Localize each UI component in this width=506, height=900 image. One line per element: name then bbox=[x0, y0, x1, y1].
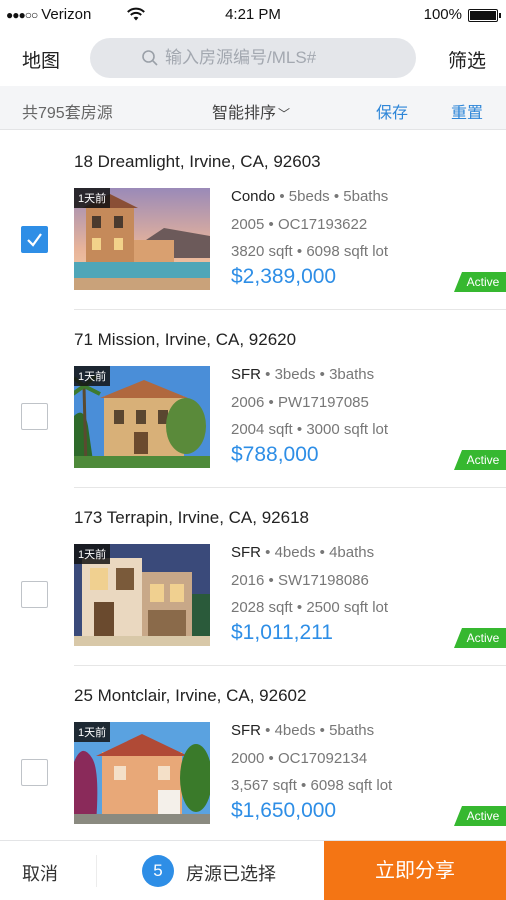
listing-address[interactable]: 71 Mission, Irvine, CA, 92620 bbox=[74, 330, 296, 350]
living-area: 3,567 sqft bbox=[231, 777, 297, 794]
status-badge: Active bbox=[454, 272, 506, 292]
lot-size: 6098 sqft lot bbox=[306, 243, 389, 260]
beds: 4beds bbox=[274, 544, 316, 561]
property-type: Condo bbox=[231, 188, 276, 205]
mls-number: OC17092134 bbox=[277, 750, 368, 767]
lot-size: 2500 sqft lot bbox=[306, 599, 389, 616]
status-badge: Active bbox=[454, 628, 506, 648]
status-bar: ●●●○○ Verizon 4:21 PM 100% bbox=[0, 0, 506, 30]
listing-photo[interactable]: 1天前 bbox=[74, 722, 210, 824]
listing-area: 2028 sqft • 2500 sqft lot bbox=[231, 599, 389, 616]
selected-count-badge: 5 bbox=[142, 855, 174, 887]
battery-percent: 100% bbox=[423, 6, 462, 23]
search-bar[interactable] bbox=[90, 38, 416, 78]
year-built: 2005 bbox=[231, 216, 265, 233]
selected-label: 房源已选择 bbox=[186, 864, 276, 884]
listing-age-badge: 1天前 bbox=[74, 188, 111, 208]
listing-price: $2,389,000 bbox=[231, 265, 337, 288]
property-type: SFR bbox=[231, 544, 261, 561]
selection-bar: 取消 5 房源已选择 立即分享 bbox=[0, 840, 506, 900]
baths: 5baths bbox=[329, 722, 375, 739]
listing-card[interactable]: 25 Montclair, Irvine, CA, 92602 1天前 SFR … bbox=[0, 666, 506, 844]
baths: 4baths bbox=[329, 544, 375, 561]
listing-age-badge: 1天前 bbox=[74, 722, 111, 742]
listing-specs: SFR • 4beds • 4baths bbox=[231, 544, 375, 561]
filter-button[interactable]: 筛选 bbox=[448, 46, 486, 73]
mls-number: PW17197085 bbox=[277, 394, 369, 411]
listing-card[interactable]: 18 Dreamlight, Irvine, CA, 92603 1天前 Con… bbox=[0, 132, 506, 310]
listing-card[interactable]: 71 Mission, Irvine, CA, 92620 1天前 SFR • … bbox=[0, 310, 506, 488]
listing-address[interactable]: 173 Terrapin, Irvine, CA, 92618 bbox=[74, 508, 309, 528]
property-type: SFR bbox=[231, 722, 261, 739]
listing-area: 3820 sqft • 6098 sqft lot bbox=[231, 243, 389, 260]
listing-age-badge: 1天前 bbox=[74, 544, 111, 564]
status-badge: Active bbox=[454, 806, 506, 826]
listing-photo[interactable]: 1天前 bbox=[74, 366, 210, 468]
beds: 3beds bbox=[274, 366, 316, 383]
listing-specs: SFR • 3beds • 3baths bbox=[231, 366, 375, 383]
chevron-down-icon: ﹀ bbox=[278, 107, 291, 121]
mls-number: OC17193622 bbox=[277, 216, 368, 233]
property-type: SFR bbox=[231, 366, 261, 383]
lot-size: 6098 sqft lot bbox=[310, 777, 393, 794]
listing-year-mls: 2000 • OC17092134 bbox=[231, 750, 368, 767]
checkmark-icon bbox=[27, 233, 42, 247]
listing-address[interactable]: 25 Montclair, Irvine, CA, 92602 bbox=[74, 686, 306, 706]
results-toolbar: 共795套房源 智能排序 ﹀ 保存 重置 bbox=[0, 86, 506, 130]
listing-price: $1,011,211 bbox=[231, 621, 333, 644]
listing-photo[interactable]: 1天前 bbox=[74, 544, 210, 646]
year-built: 2006 bbox=[231, 394, 265, 411]
listing-checkbox[interactable] bbox=[21, 226, 48, 253]
divider bbox=[96, 855, 97, 887]
listing-year-mls: 2016 • SW17198086 bbox=[231, 572, 369, 589]
map-button[interactable]: 地图 bbox=[22, 46, 60, 73]
cancel-button[interactable]: 取消 bbox=[22, 860, 58, 886]
share-button[interactable]: 立即分享 bbox=[324, 841, 506, 900]
beds: 4beds bbox=[274, 722, 316, 739]
listing-price: $1,650,000 bbox=[231, 799, 337, 822]
lot-size: 3000 sqft lot bbox=[306, 421, 389, 438]
listing-checkbox[interactable] bbox=[21, 403, 48, 430]
listing-year-mls: 2005 • OC17193622 bbox=[231, 216, 368, 233]
save-search-button[interactable]: 保存 bbox=[376, 99, 408, 123]
living-area: 2004 sqft bbox=[231, 421, 293, 438]
listing-area: 2004 sqft • 3000 sqft lot bbox=[231, 421, 389, 438]
reset-button[interactable]: 重置 bbox=[451, 99, 483, 123]
year-built: 2000 bbox=[231, 750, 265, 767]
listing-specs: Condo • 5beds • 5baths bbox=[231, 188, 389, 205]
result-count: 共795套房源 bbox=[22, 105, 113, 122]
mls-number: SW17198086 bbox=[277, 572, 369, 589]
baths: 3baths bbox=[329, 366, 375, 383]
sort-dropdown[interactable]: 智能排序 ﹀ bbox=[212, 99, 290, 123]
year-built: 2016 bbox=[231, 572, 265, 589]
battery-icon bbox=[468, 9, 501, 22]
living-area: 2028 sqft bbox=[231, 599, 293, 616]
status-badge: Active bbox=[454, 450, 506, 470]
sort-label: 智能排序 bbox=[212, 105, 277, 122]
listing-card[interactable]: 173 Terrapin, Irvine, CA, 92618 1天前 SFR … bbox=[0, 488, 506, 666]
living-area: 3820 sqft bbox=[231, 243, 293, 260]
listing-specs: SFR • 4beds • 5baths bbox=[231, 722, 375, 739]
nav-bar: 地图 筛选 bbox=[0, 30, 506, 86]
listing-age-badge: 1天前 bbox=[74, 366, 111, 386]
listing-address[interactable]: 18 Dreamlight, Irvine, CA, 92603 bbox=[74, 152, 321, 172]
listing-price: $788,000 bbox=[231, 443, 319, 466]
listing-checkbox[interactable] bbox=[21, 759, 48, 786]
listing-area: 3,567 sqft • 6098 sqft lot bbox=[231, 777, 393, 794]
listing-photo[interactable]: 1天前 bbox=[74, 188, 210, 290]
beds: 5beds bbox=[288, 188, 330, 205]
listing-year-mls: 2006 • PW17197085 bbox=[231, 394, 369, 411]
search-input[interactable] bbox=[165, 48, 365, 68]
baths: 5baths bbox=[343, 188, 389, 205]
search-icon bbox=[142, 50, 158, 66]
listing-checkbox[interactable] bbox=[21, 581, 48, 608]
